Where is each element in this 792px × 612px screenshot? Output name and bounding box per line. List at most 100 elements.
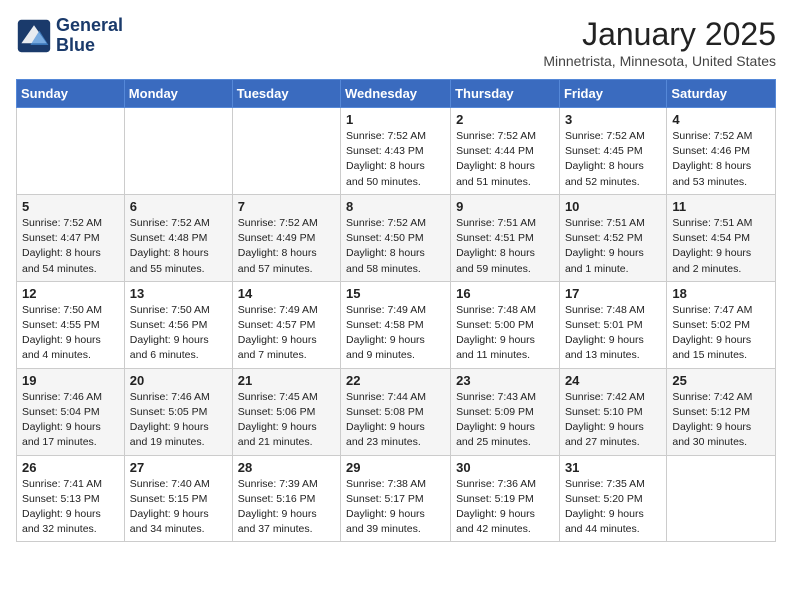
calendar-cell: 24 Sunrise: 7:42 AM Sunset: 5:10 PM Dayli… (559, 368, 666, 455)
day-number: 31 (565, 460, 661, 475)
day-info: Sunrise: 7:51 AM Sunset: 4:54 PM Dayligh… (672, 216, 770, 277)
day-info: Sunrise: 7:48 AM Sunset: 5:01 PM Dayligh… (565, 303, 661, 364)
day-info: Sunrise: 7:46 AM Sunset: 5:05 PM Dayligh… (130, 390, 227, 451)
calendar-cell: 13 Sunrise: 7:50 AM Sunset: 4:56 PM Dayli… (124, 281, 232, 368)
calendar-cell: 17 Sunrise: 7:48 AM Sunset: 5:01 PM Dayli… (559, 281, 666, 368)
calendar-cell: 6Sunrise: 7:52 AM Sunset: 4:48 PM Daylig… (124, 194, 232, 281)
day-number: 22 (346, 373, 445, 388)
day-number: 12 (22, 286, 119, 301)
calendar-cell: 26 Sunrise: 7:41 AM Sunset: 5:13 PM Dayli… (17, 455, 125, 542)
logo-line1: General (56, 15, 123, 35)
calendar-cell (232, 108, 340, 195)
day-number: 27 (130, 460, 227, 475)
day-info: Sunrise: 7:38 AM Sunset: 5:17 PM Dayligh… (346, 477, 445, 538)
weekday-header-saturday: Saturday (667, 80, 776, 108)
day-number: 24 (565, 373, 661, 388)
calendar-cell: 9 Sunrise: 7:51 AM Sunset: 4:51 PM Daylig… (451, 194, 560, 281)
day-number: 10 (565, 199, 661, 214)
day-info: Sunrise: 7:42 AM Sunset: 5:10 PM Dayligh… (565, 390, 661, 451)
day-number: 3 (565, 112, 661, 127)
calendar-cell: 7 Sunrise: 7:52 AM Sunset: 4:49 PM Daylig… (232, 194, 340, 281)
logo-line2: Blue (56, 35, 95, 55)
day-info: Sunrise: 7:49 AM Sunset: 4:57 PM Dayligh… (238, 303, 335, 364)
day-info: Sunrise: 7:51 AM Sunset: 4:52 PM Dayligh… (565, 216, 661, 277)
day-number: 15 (346, 286, 445, 301)
calendar-title: January 2025 (543, 16, 776, 53)
week-row-5: 26 Sunrise: 7:41 AM Sunset: 5:13 PM Dayli… (17, 455, 776, 542)
day-info: Sunrise: 7:50 AM Sunset: 4:56 PM Dayligh… (130, 303, 227, 364)
weekday-header-thursday: Thursday (451, 80, 560, 108)
day-number: 18 (672, 286, 770, 301)
day-number: 6 (130, 199, 227, 214)
calendar-cell: 27 Sunrise: 7:40 AM Sunset: 5:15 PM Dayli… (124, 455, 232, 542)
day-number: 21 (238, 373, 335, 388)
logo-area: General Blue (16, 16, 123, 56)
day-number: 30 (456, 460, 554, 475)
day-number: 14 (238, 286, 335, 301)
day-info: Sunrise: 7:47 AM Sunset: 5:02 PM Dayligh… (672, 303, 770, 364)
day-number: 29 (346, 460, 445, 475)
day-info: Sunrise: 7:48 AM Sunset: 5:00 PM Dayligh… (456, 303, 554, 364)
day-number: 26 (22, 460, 119, 475)
calendar-cell (124, 108, 232, 195)
day-info: Sunrise: 7:49 AM Sunset: 4:58 PM Dayligh… (346, 303, 445, 364)
calendar-cell: 20 Sunrise: 7:46 AM Sunset: 5:05 PM Dayli… (124, 368, 232, 455)
weekday-header-tuesday: Tuesday (232, 80, 340, 108)
day-info: Sunrise: 7:45 AM Sunset: 5:06 PM Dayligh… (238, 390, 335, 451)
day-number: 7 (238, 199, 335, 214)
day-number: 5 (22, 199, 119, 214)
weekday-header-monday: Monday (124, 80, 232, 108)
day-number: 2 (456, 112, 554, 127)
day-number: 19 (22, 373, 119, 388)
day-number: 28 (238, 460, 335, 475)
calendar-cell (667, 455, 776, 542)
calendar-cell: 1 Sunrise: 7:52 AM Sunset: 4:43 PM Daylig… (341, 108, 451, 195)
weekday-header-friday: Friday (559, 80, 666, 108)
week-row-1: 1 Sunrise: 7:52 AM Sunset: 4:43 PM Daylig… (17, 108, 776, 195)
week-row-3: 12 Sunrise: 7:50 AM Sunset: 4:55 PM Dayli… (17, 281, 776, 368)
calendar-cell: 14 Sunrise: 7:49 AM Sunset: 4:57 PM Dayli… (232, 281, 340, 368)
day-number: 9 (456, 199, 554, 214)
calendar-cell: 23Sunrise: 7:43 AM Sunset: 5:09 PM Dayli… (451, 368, 560, 455)
day-info: Sunrise: 7:52 AM Sunset: 4:49 PM Dayligh… (238, 216, 335, 277)
calendar-cell: 8Sunrise: 7:52 AM Sunset: 4:50 PM Daylig… (341, 194, 451, 281)
page-header: General Blue January 2025 Minnetrista, M… (16, 16, 776, 69)
calendar-cell: 25Sunrise: 7:42 AM Sunset: 5:12 PM Dayli… (667, 368, 776, 455)
day-info: Sunrise: 7:50 AM Sunset: 4:55 PM Dayligh… (22, 303, 119, 364)
day-info: Sunrise: 7:41 AM Sunset: 5:13 PM Dayligh… (22, 477, 119, 538)
calendar-cell: 29 Sunrise: 7:38 AM Sunset: 5:17 PM Dayli… (341, 455, 451, 542)
day-number: 4 (672, 112, 770, 127)
logo-text: General Blue (56, 16, 123, 56)
day-info: Sunrise: 7:35 AM Sunset: 5:20 PM Dayligh… (565, 477, 661, 538)
weekday-header-sunday: Sunday (17, 80, 125, 108)
calendar-cell: 19Sunrise: 7:46 AM Sunset: 5:04 PM Dayli… (17, 368, 125, 455)
day-number: 16 (456, 286, 554, 301)
day-info: Sunrise: 7:52 AM Sunset: 4:44 PM Dayligh… (456, 129, 554, 190)
calendar-cell: 16 Sunrise: 7:48 AM Sunset: 5:00 PM Dayli… (451, 281, 560, 368)
day-info: Sunrise: 7:44 AM Sunset: 5:08 PM Dayligh… (346, 390, 445, 451)
day-info: Sunrise: 7:52 AM Sunset: 4:45 PM Dayligh… (565, 129, 661, 190)
calendar-cell: 3 Sunrise: 7:52 AM Sunset: 4:45 PM Daylig… (559, 108, 666, 195)
calendar-cell: 22 Sunrise: 7:44 AM Sunset: 5:08 PM Dayli… (341, 368, 451, 455)
day-info: Sunrise: 7:52 AM Sunset: 4:43 PM Dayligh… (346, 129, 445, 190)
calendar-cell: 30Sunrise: 7:36 AM Sunset: 5:19 PM Dayli… (451, 455, 560, 542)
calendar-cell: 15 Sunrise: 7:49 AM Sunset: 4:58 PM Dayli… (341, 281, 451, 368)
day-info: Sunrise: 7:51 AM Sunset: 4:51 PM Dayligh… (456, 216, 554, 277)
day-number: 13 (130, 286, 227, 301)
calendar-cell (17, 108, 125, 195)
calendar-cell: 28Sunrise: 7:39 AM Sunset: 5:16 PM Dayli… (232, 455, 340, 542)
day-number: 20 (130, 373, 227, 388)
day-number: 23 (456, 373, 554, 388)
logo-icon (16, 18, 52, 54)
weekday-header-row: SundayMondayTuesdayWednesdayThursdayFrid… (17, 80, 776, 108)
day-info: Sunrise: 7:40 AM Sunset: 5:15 PM Dayligh… (130, 477, 227, 538)
title-area: January 2025 Minnetrista, Minnesota, Uni… (543, 16, 776, 69)
calendar-cell: 10 Sunrise: 7:51 AM Sunset: 4:52 PM Dayli… (559, 194, 666, 281)
week-row-2: 5Sunrise: 7:52 AM Sunset: 4:47 PM Daylig… (17, 194, 776, 281)
day-info: Sunrise: 7:52 AM Sunset: 4:50 PM Dayligh… (346, 216, 445, 277)
calendar-cell: 4Sunrise: 7:52 AM Sunset: 4:46 PM Daylig… (667, 108, 776, 195)
calendar-cell: 11Sunrise: 7:51 AM Sunset: 4:54 PM Dayli… (667, 194, 776, 281)
day-number: 1 (346, 112, 445, 127)
day-number: 25 (672, 373, 770, 388)
day-number: 17 (565, 286, 661, 301)
